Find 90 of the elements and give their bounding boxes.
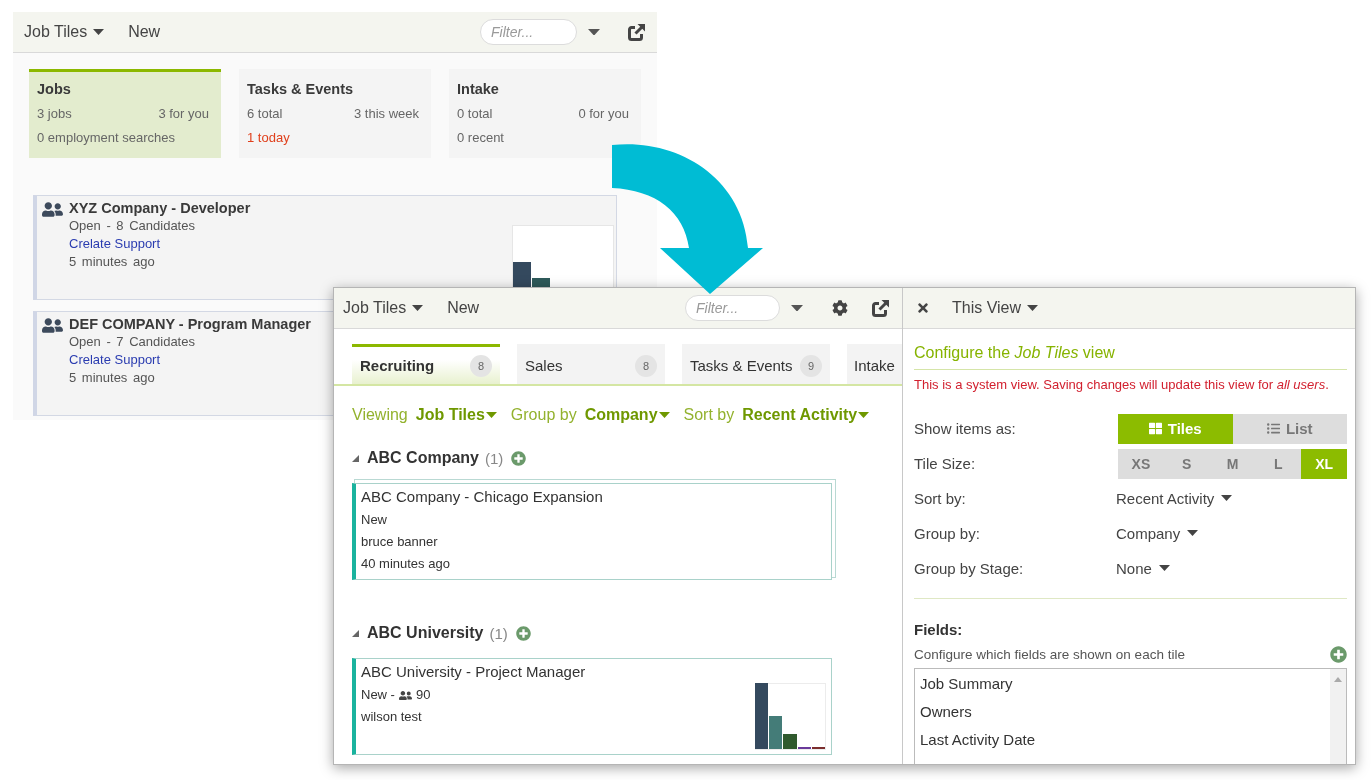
job-tile[interactable]: ABC University - Project Manager New - 90 wilson test: [352, 658, 832, 755]
list-icon: [1266, 422, 1280, 435]
caret-icon: [1027, 304, 1039, 311]
summary-tile[interactable]: Tasks & Events 6 total 3 this week 1 today: [239, 69, 431, 158]
owner-link[interactable]: Crelate Support: [69, 351, 311, 369]
stat-text: 0 for you: [578, 105, 629, 123]
stat-text: 0 recent: [457, 129, 504, 147]
stat-text: 3 this week: [353, 105, 419, 123]
users-icon: [398, 688, 412, 702]
dropdown[interactable]: Company: [1116, 525, 1199, 542]
caret-icon: [858, 411, 870, 418]
new-button[interactable]: New: [128, 21, 161, 43]
add-icon[interactable]: [1330, 645, 1347, 663]
stat-text: 3 for you: [158, 105, 209, 123]
settings-icon[interactable]: [832, 300, 848, 316]
field-list-item[interactable]: Job Summary: [915, 670, 1330, 698]
dropdown[interactable]: None: [1116, 560, 1170, 577]
tile-title: Tasks & Events: [247, 80, 355, 99]
users-icon: [42, 315, 63, 336]
warning-text: This is a system view. Saving changes will update this view for all users.: [914, 376, 1330, 394]
owner-name: bruce banner: [361, 533, 439, 551]
grid-icon: [1148, 422, 1162, 435]
dropdown[interactable]: Recent Activity: [1116, 490, 1233, 507]
section-description: Configure which fields are shown on each tile: [914, 646, 1185, 662]
owner-name: wilson test: [361, 708, 423, 726]
updated-time: 40 minutes ago: [361, 555, 451, 573]
add-icon[interactable]: [511, 450, 527, 466]
panel-heading: Configure the Job Tiles view: [914, 342, 1347, 370]
job-title: DEF COMPANY - Program Manager: [69, 315, 311, 333]
count-badge: 8: [635, 354, 657, 377]
updated-time: 5 minutes ago: [69, 253, 156, 271]
job-title: XYZ Company - Developer: [69, 199, 251, 217]
expand-triangle-icon[interactable]: [352, 629, 359, 637]
job-status: Open - 7 Candidates: [69, 333, 196, 351]
tab[interactable]: Recruiting 8: [352, 344, 500, 384]
option-label: Sort by: [683, 405, 735, 425]
caret-icon[interactable]: [791, 304, 803, 312]
caret-icon: [485, 411, 497, 418]
filter-field[interactable]: Filter...: [480, 19, 577, 45]
candidate-count: 90: [415, 686, 431, 704]
job-title: ABC University - Project Manager: [361, 662, 586, 682]
stat-text: 3 jobs: [37, 105, 72, 123]
caret-icon: [1221, 495, 1233, 502]
caret-icon: [93, 28, 105, 35]
add-icon[interactable]: [515, 625, 531, 641]
job-title: ABC Company - Chicago Expansion: [361, 487, 603, 507]
field-list-item[interactable]: Owners: [915, 698, 1330, 726]
view-menu-button[interactable]: This View: [952, 297, 1039, 319]
updated-time: 5 minutes ago: [69, 369, 156, 387]
tab[interactable]: Intake: [847, 344, 902, 384]
external-link-icon[interactable]: [872, 299, 889, 317]
summary-tile[interactable]: Jobs 3 jobs 3 for you 0 employment searches: [29, 69, 221, 158]
group-count: (1): [489, 624, 508, 642]
caret-icon: [1187, 530, 1199, 537]
group-count: (1): [485, 449, 504, 467]
job-card[interactable]: XYZ Company - Developer Open - 8 Candidates Crelate Support 5 minutes ago: [33, 195, 617, 300]
job-status: New: [361, 511, 388, 529]
setting-label: Sort by:: [914, 490, 967, 507]
setting-label: Group by:: [914, 525, 981, 542]
field-list-item[interactable]: Last Activity Date: [915, 726, 1330, 754]
group-name: ABC Company: [367, 449, 479, 467]
caret-icon: [1158, 565, 1170, 572]
caret-icon[interactable]: [588, 28, 600, 36]
users-icon: [42, 199, 63, 220]
expand-triangle-icon[interactable]: [352, 454, 359, 462]
external-link-icon[interactable]: [628, 23, 645, 41]
tile-title: Intake: [457, 80, 500, 99]
setting-label: Group by Stage:: [914, 560, 1025, 577]
tile-title: Jobs: [37, 80, 72, 99]
tab[interactable]: Sales 8: [517, 344, 665, 384]
count-badge: 9: [800, 354, 822, 377]
section-title: Fields:: [914, 620, 964, 640]
stat-text: 1 today: [247, 129, 290, 147]
summary-tile[interactable]: Intake 0 total 0 for you 0 recent: [449, 69, 641, 158]
job-status: Open - 8 Candidates: [69, 217, 196, 235]
view-menu-button[interactable]: Job Tiles: [24, 21, 105, 43]
tab[interactable]: Tasks & Events 9: [682, 344, 830, 384]
caret-icon: [658, 411, 670, 418]
close-icon[interactable]: [916, 301, 930, 315]
setting-label: Show items as:: [914, 420, 1017, 437]
stat-text: 0 employment searches: [37, 129, 175, 147]
stat-text: 6 total: [247, 105, 283, 123]
group-name: ABC University: [367, 624, 484, 642]
stat-text: 0 total: [457, 105, 493, 123]
owner-link[interactable]: Crelate Support: [69, 235, 251, 253]
count-badge: 8: [470, 354, 492, 377]
setting-label: Tile Size:: [914, 455, 977, 472]
filter-field[interactable]: Filter...: [685, 295, 780, 321]
scrollbar[interactable]: [1330, 669, 1346, 764]
job-status: New -: [361, 686, 395, 704]
